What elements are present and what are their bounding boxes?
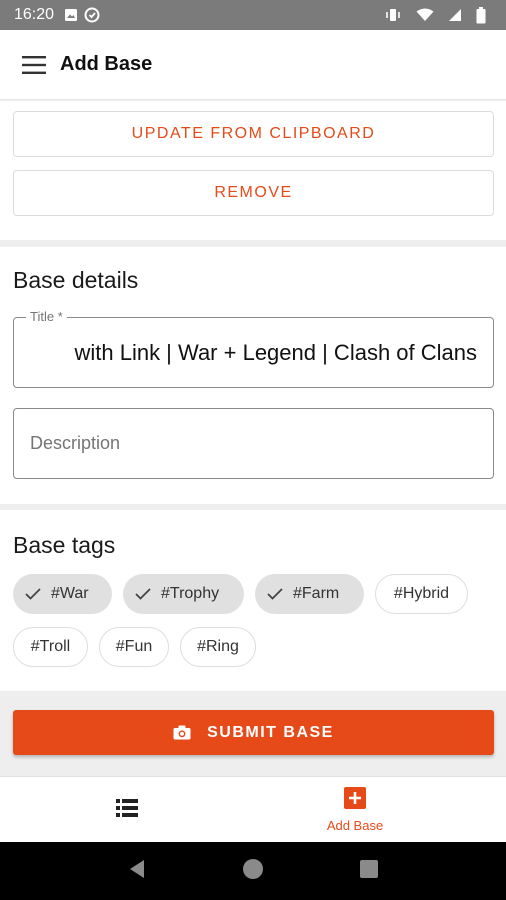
submit-base-button[interactable]: SUBMIT BASE: [13, 710, 494, 755]
signal-icon: [448, 8, 462, 22]
back-icon[interactable]: [128, 859, 146, 884]
app-bar: Add Base: [0, 30, 506, 100]
check-icon: [135, 588, 151, 600]
tag-chip-label: #War: [51, 585, 89, 602]
tag-chip-farm[interactable]: #Farm: [255, 574, 364, 614]
data-saver-icon: [84, 7, 100, 23]
add-box-icon: [344, 787, 366, 814]
description-placeholder: Description: [30, 433, 121, 453]
tag-chip-fun[interactable]: #Fun: [99, 627, 169, 667]
check-icon: [267, 588, 283, 600]
tag-chip-ring[interactable]: #Ring: [180, 627, 256, 667]
page-title: Add Base: [60, 53, 153, 75]
tag-chip-label: #Trophy: [161, 585, 220, 602]
camera-icon: [173, 725, 191, 740]
actions-card: UPDATE FROM CLIPBOARD REMOVE: [0, 101, 506, 240]
tag-chip-hybrid[interactable]: #Hybrid: [375, 574, 468, 614]
tag-chip-label: #Troll: [30, 638, 71, 655]
nav-add-base-label: Add Base: [326, 818, 384, 833]
title-field[interactable]: Title * with Link | War + Legend | Clash…: [13, 309, 494, 388]
base-details-card: Base details Title * with Link | War + L…: [0, 247, 506, 504]
vibrate-icon: [384, 8, 402, 22]
status-time: 16:20: [14, 6, 55, 23]
image-icon: [64, 8, 78, 22]
status-bar: 16:20: [0, 0, 506, 30]
check-icon: [25, 588, 41, 600]
battery-icon: [476, 6, 486, 24]
menu-icon[interactable]: [20, 51, 48, 79]
tag-chip-label: #Ring: [197, 638, 239, 655]
recents-icon[interactable]: [360, 859, 379, 883]
system-nav-bar: [0, 842, 506, 900]
tag-chip-trophy[interactable]: #Trophy: [123, 574, 244, 614]
remove-button[interactable]: REMOVE: [13, 170, 494, 216]
title-field-value[interactable]: with Link | War + Legend | Clash of Clan…: [14, 318, 493, 387]
description-field[interactable]: Description: [13, 408, 494, 479]
update-from-clipboard-button[interactable]: UPDATE FROM CLIPBOARD: [13, 111, 494, 157]
bottom-nav: Add Base: [0, 776, 506, 842]
base-tags-heading: Base tags: [13, 532, 116, 558]
wifi-icon: [416, 8, 434, 22]
tag-chip-label: #Fun: [115, 638, 153, 655]
base-details-heading: Base details: [13, 267, 139, 293]
base-tags-card: Base tags #War #Trophy #Farm #Hybrid #Tr…: [0, 510, 506, 691]
home-icon[interactable]: [241, 857, 265, 886]
tag-chip-label: #Hybrid: [393, 585, 450, 602]
tag-chip-war[interactable]: #War: [13, 574, 112, 614]
submit-base-label: SUBMIT BASE: [207, 723, 334, 741]
tag-chip-label: #Farm: [293, 585, 340, 602]
list-icon: [115, 798, 138, 822]
nav-add-base-tab[interactable]: Add Base: [204, 777, 506, 843]
tag-chip-troll[interactable]: #Troll: [13, 627, 88, 667]
